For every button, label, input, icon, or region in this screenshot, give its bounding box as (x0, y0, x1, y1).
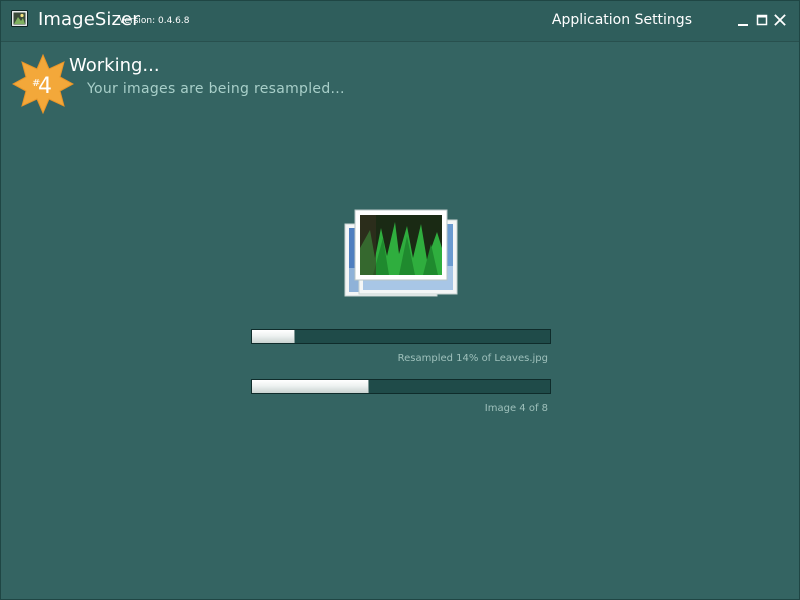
step-badge: # 4 (12, 53, 74, 115)
minimize-icon[interactable] (735, 12, 751, 28)
overall-progress-bar (251, 379, 551, 394)
file-progress-fill (252, 330, 295, 343)
app-logo-icon (11, 10, 28, 27)
photo-stack-icon (344, 209, 458, 297)
app-version: Version: 0.4.6.8 (119, 16, 190, 26)
step-number: 4 (38, 74, 52, 99)
file-progress-label: Resampled 14% of Leaves.jpg (397, 353, 548, 364)
title-bar[interactable]: ImageSizer Version: 0.4.6.8 Application … (1, 1, 799, 42)
close-icon[interactable] (772, 12, 788, 28)
page-title: Working... (69, 55, 160, 76)
file-progress-bar (251, 329, 551, 344)
page-subtitle: Your images are being resampled... (87, 81, 345, 97)
application-settings-link[interactable]: Application Settings (552, 12, 692, 29)
overall-progress-label: Image 4 of 8 (484, 403, 548, 414)
maximize-icon[interactable] (754, 12, 770, 28)
app-window: ImageSizer Version: 0.4.6.8 Application … (0, 0, 800, 600)
overall-progress-fill (252, 380, 370, 393)
